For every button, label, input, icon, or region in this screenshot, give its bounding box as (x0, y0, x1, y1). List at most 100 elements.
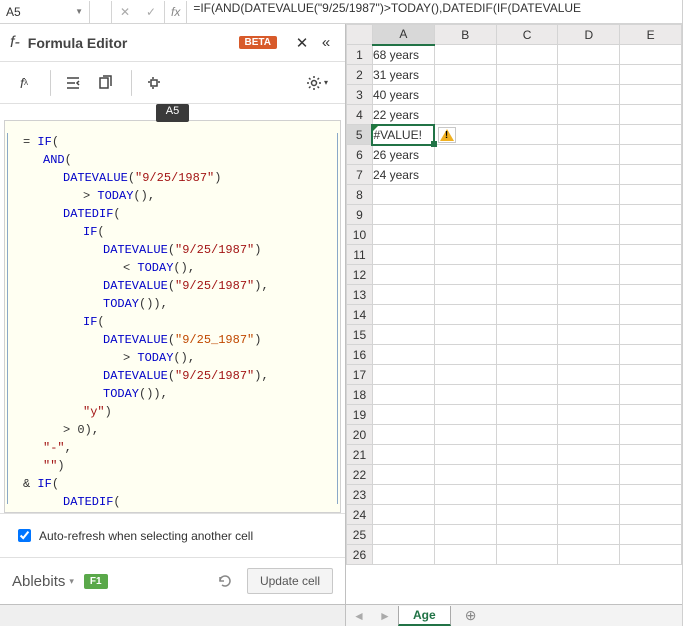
row-header-7[interactable]: 7 (347, 165, 373, 185)
copy-button[interactable] (91, 70, 119, 96)
col-header-B[interactable]: B (434, 25, 496, 45)
cell-A15[interactable] (372, 325, 434, 345)
cell-E5[interactable] (620, 125, 682, 145)
cell-A1[interactable]: 68 years (372, 45, 434, 65)
cell-B11[interactable] (434, 245, 496, 265)
row-header-16[interactable]: 16 (347, 345, 373, 365)
cell-D16[interactable] (558, 345, 620, 365)
col-header-E[interactable]: E (620, 25, 682, 45)
cell-B8[interactable] (434, 185, 496, 205)
cell-C11[interactable] (496, 245, 558, 265)
formula-code-editor[interactable]: = IF( AND( DATEVALUE("9/25/1987") > TODA… (4, 120, 341, 513)
cell-C14[interactable] (496, 305, 558, 325)
cell-D15[interactable] (558, 325, 620, 345)
accept-formula-button[interactable]: ✓ (138, 1, 164, 23)
cell-A11[interactable] (372, 245, 434, 265)
cell-A20[interactable] (372, 425, 434, 445)
row-header-4[interactable]: 4 (347, 105, 373, 125)
cell-E21[interactable] (620, 445, 682, 465)
cell-C18[interactable] (496, 385, 558, 405)
brand-menu[interactable]: Ablebits▾ (12, 573, 74, 590)
cell-A18[interactable] (372, 385, 434, 405)
cell-C2[interactable] (496, 65, 558, 85)
cell-E8[interactable] (620, 185, 682, 205)
cell-D26[interactable] (558, 545, 620, 565)
cell-C20[interactable] (496, 425, 558, 445)
cell-D19[interactable] (558, 405, 620, 425)
cell-B3[interactable] (434, 85, 496, 105)
cell-D11[interactable] (558, 245, 620, 265)
col-header-D[interactable]: D (558, 25, 620, 45)
cell-C25[interactable] (496, 525, 558, 545)
cell-E6[interactable] (620, 145, 682, 165)
cell-D6[interactable] (558, 145, 620, 165)
cell-A12[interactable] (372, 265, 434, 285)
row-header-2[interactable]: 2 (347, 65, 373, 85)
row-header-18[interactable]: 18 (347, 385, 373, 405)
cell-E12[interactable] (620, 265, 682, 285)
name-box[interactable]: A5 ▼ (0, 1, 90, 23)
cell-A5[interactable]: #VALUE! (372, 125, 434, 145)
cell-C13[interactable] (496, 285, 558, 305)
row-header-3[interactable]: 3 (347, 85, 373, 105)
cell-D10[interactable] (558, 225, 620, 245)
row-header-9[interactable]: 9 (347, 205, 373, 225)
cell-A13[interactable] (372, 285, 434, 305)
cell-D21[interactable] (558, 445, 620, 465)
cell-C16[interactable] (496, 345, 558, 365)
cell-E18[interactable] (620, 385, 682, 405)
select-all-corner[interactable] (347, 25, 373, 45)
cell-E3[interactable] (620, 85, 682, 105)
cell-A7[interactable]: 24 years (372, 165, 434, 185)
cell-C9[interactable] (496, 205, 558, 225)
cell-B12[interactable] (434, 265, 496, 285)
cell-D17[interactable] (558, 365, 620, 385)
cell-D8[interactable] (558, 185, 620, 205)
cell-B1[interactable] (434, 45, 496, 65)
cell-C1[interactable] (496, 45, 558, 65)
cell-A10[interactable] (372, 225, 434, 245)
row-header-20[interactable]: 20 (347, 425, 373, 445)
cell-E20[interactable] (620, 425, 682, 445)
fx-label[interactable]: fx (164, 1, 187, 23)
cell-D18[interactable] (558, 385, 620, 405)
cell-B22[interactable] (434, 465, 496, 485)
cell-C19[interactable] (496, 405, 558, 425)
cell-A24[interactable] (372, 505, 434, 525)
row-header-12[interactable]: 12 (347, 265, 373, 285)
tab-nav-prev[interactable]: ◄ (346, 609, 372, 623)
row-header-11[interactable]: 11 (347, 245, 373, 265)
cell-E22[interactable] (620, 465, 682, 485)
cell-A23[interactable] (372, 485, 434, 505)
cell-D22[interactable] (558, 465, 620, 485)
cell-A14[interactable] (372, 305, 434, 325)
cell-A16[interactable] (372, 345, 434, 365)
cell-D1[interactable] (558, 45, 620, 65)
cell-B19[interactable] (434, 405, 496, 425)
tab-nav-next[interactable]: ► (372, 609, 398, 623)
highlight-button[interactable] (140, 70, 168, 96)
cell-A17[interactable] (372, 365, 434, 385)
help-button[interactable]: F1 (84, 574, 108, 589)
expand-icon[interactable]: « (317, 34, 335, 52)
cell-E23[interactable] (620, 485, 682, 505)
cell-B16[interactable] (434, 345, 496, 365)
row-header-25[interactable]: 25 (347, 525, 373, 545)
cell-B6[interactable] (434, 145, 496, 165)
cell-E10[interactable] (620, 225, 682, 245)
cell-C6[interactable] (496, 145, 558, 165)
cell-B18[interactable] (434, 385, 496, 405)
cell-E7[interactable] (620, 165, 682, 185)
cell-D25[interactable] (558, 525, 620, 545)
cell-E1[interactable] (620, 45, 682, 65)
cell-D24[interactable] (558, 505, 620, 525)
cell-E19[interactable] (620, 405, 682, 425)
cell-A22[interactable] (372, 465, 434, 485)
cell-C8[interactable] (496, 185, 558, 205)
cell-C24[interactable] (496, 505, 558, 525)
cell-A2[interactable]: 31 years (372, 65, 434, 85)
cell-D13[interactable] (558, 285, 620, 305)
row-header-1[interactable]: 1 (347, 45, 373, 65)
cell-B23[interactable] (434, 485, 496, 505)
row-header-17[interactable]: 17 (347, 365, 373, 385)
